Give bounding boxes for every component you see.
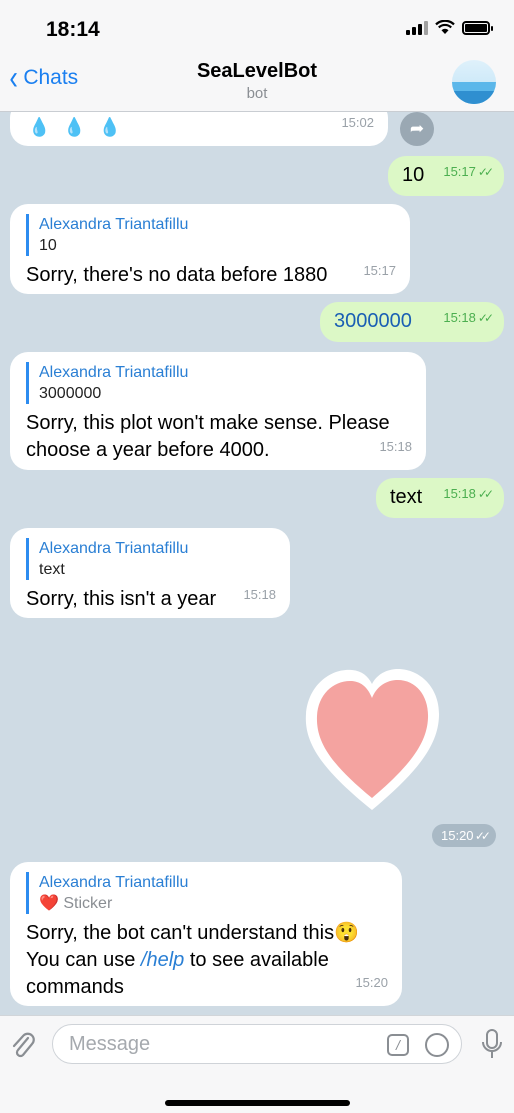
- help-command-link[interactable]: /help: [141, 949, 184, 971]
- message-incoming[interactable]: Alexandra Triantafillu text Sorry, this …: [10, 528, 290, 618]
- message-time: 15:20: [355, 975, 388, 990]
- message-text-line: You can use /help to see available: [26, 949, 329, 971]
- reply-author: Alexandra Triantafillu: [39, 216, 189, 233]
- message-incoming[interactable]: Alexandra Triantafillu 3000000 Sorry, th…: [10, 352, 426, 470]
- status-icons: [406, 20, 493, 35]
- forward-button[interactable]: ➦: [400, 112, 434, 146]
- status-time: 18:14: [46, 18, 100, 41]
- read-check-icon: ✓✓: [477, 487, 494, 501]
- reply-text: text: [39, 561, 65, 578]
- top-bar: 18:14 ‹ Chats SeaLevelBot bot: [0, 0, 514, 112]
- microphone-icon[interactable]: [482, 1028, 502, 1062]
- battery-icon: [462, 20, 493, 35]
- message-input[interactable]: [69, 1033, 369, 1056]
- chat-title: SeaLevelBot: [196, 60, 318, 82]
- reply-text: 10: [39, 237, 57, 254]
- message-text: Sorry, there's no data before 1880: [26, 264, 328, 286]
- heart-emoji-icon: ❤️: [39, 895, 59, 912]
- message-incoming[interactable]: Alexandra Triantafillu 10 Sorry, there's…: [10, 204, 410, 294]
- message-time: 15:02: [341, 115, 374, 130]
- sticker-icon[interactable]: [425, 1033, 449, 1057]
- message-text-line: commands: [26, 976, 124, 998]
- forward-icon: ➦: [409, 119, 425, 138]
- message-text: 10: [402, 164, 425, 186]
- message-text: text: [390, 486, 423, 508]
- sticker-time: 15:20 ✓✓: [432, 824, 496, 847]
- read-check-icon: ✓✓: [475, 829, 491, 843]
- message-time: 15:18 ✓✓: [443, 310, 494, 325]
- wifi-icon: [435, 20, 455, 34]
- message-incoming[interactable]: Alexandra Triantafillu ❤️ Sticker Sorry,…: [10, 862, 402, 1006]
- message-list[interactable]: 💧 💧 💧 15:02 ➦ 10 15:17 ✓✓ Alexandra Trian…: [0, 112, 514, 1015]
- message-time: 15:18: [379, 439, 412, 454]
- message-outgoing[interactable]: 10 15:17 ✓✓: [388, 156, 504, 196]
- paperclip-icon[interactable]: [10, 1030, 36, 1060]
- message-text: 3000000: [334, 310, 412, 332]
- reply-author: Alexandra Triantafillu: [39, 364, 189, 381]
- reply-quote[interactable]: Alexandra Triantafillu text: [26, 538, 274, 580]
- signal-icon: [406, 20, 428, 35]
- reply-author: Alexandra Triantafillu: [39, 540, 189, 557]
- message-text: Sorry, this isn't a year: [26, 588, 217, 610]
- heart-sticker[interactable]: [300, 660, 445, 820]
- reply-text: Sticker: [63, 895, 113, 912]
- message-outgoing[interactable]: 3000000 15:18 ✓✓: [320, 302, 504, 342]
- chat-title-area[interactable]: SeaLevelBot bot: [0, 60, 514, 102]
- read-check-icon: ✓✓: [477, 165, 494, 179]
- reply-quote[interactable]: Alexandra Triantafillu 10: [26, 214, 394, 256]
- message-outgoing[interactable]: text 15:18 ✓✓: [376, 478, 504, 518]
- reply-quote[interactable]: Alexandra Triantafillu ❤️ Sticker: [26, 872, 386, 914]
- message-time: 15:18: [243, 587, 276, 602]
- reply-quote[interactable]: Alexandra Triantafillu 3000000: [26, 362, 410, 404]
- reply-author: Alexandra Triantafillu: [39, 874, 189, 891]
- commands-button[interactable]: /: [387, 1034, 409, 1056]
- message-time: 15:18 ✓✓: [443, 486, 494, 501]
- message-time: 15:17 ✓✓: [443, 164, 494, 179]
- message-text-line: Sorry, this plot won't make sense. Pleas…: [26, 412, 390, 434]
- message-field[interactable]: /: [52, 1024, 462, 1064]
- input-bar: /: [0, 1015, 514, 1113]
- message-incoming[interactable]: 💧 💧 💧 15:02: [10, 112, 388, 146]
- message-text-line: Sorry, the bot can't understand this😲: [26, 922, 359, 944]
- bot-avatar[interactable]: [452, 60, 496, 104]
- home-indicator: [165, 1100, 350, 1106]
- message-text: 💧 💧 💧: [28, 117, 126, 137]
- chat-subtitle: bot: [246, 85, 268, 102]
- read-check-icon: ✓✓: [477, 311, 494, 325]
- reply-text: 3000000: [39, 385, 102, 402]
- message-text-line: choose a year before 4000.: [26, 439, 270, 461]
- message-time: 15:17: [363, 263, 396, 278]
